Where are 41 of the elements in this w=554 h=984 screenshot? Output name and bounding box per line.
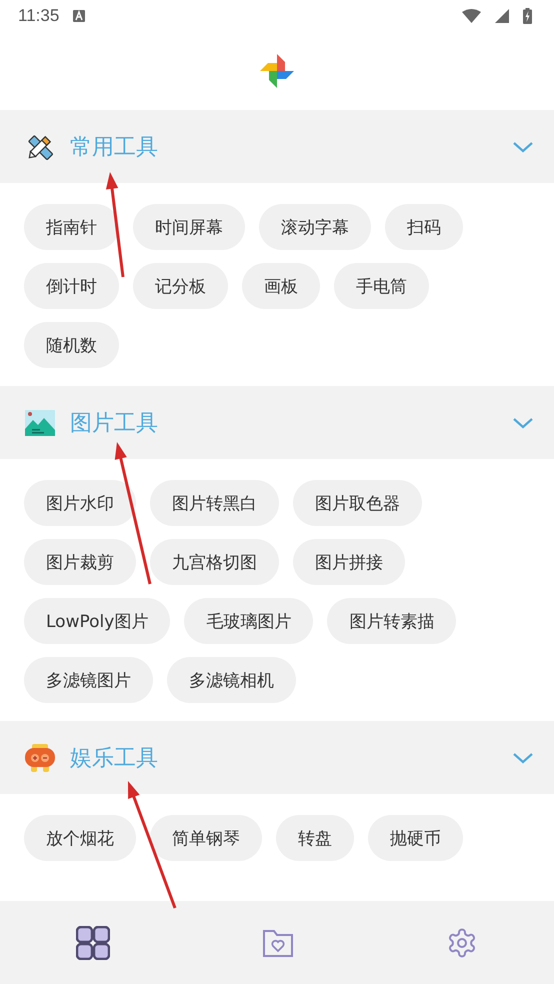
tool-chip[interactable]: 手电筒 bbox=[334, 263, 429, 309]
tool-chip[interactable]: 抛硬币 bbox=[368, 815, 463, 861]
tool-chip[interactable]: 多滤镜相机 bbox=[167, 657, 296, 703]
grid-icon bbox=[76, 926, 110, 960]
tool-chip[interactable]: 画板 bbox=[242, 263, 320, 309]
tool-chip[interactable]: 时间屏幕 bbox=[133, 204, 245, 250]
folder-heart-icon bbox=[262, 928, 294, 958]
section-title: 图片工具 bbox=[70, 410, 159, 438]
tool-chip[interactable]: 图片转素描 bbox=[327, 598, 456, 644]
tool-chip[interactable]: 图片水印 bbox=[24, 480, 136, 526]
tool-chip[interactable]: 指南针 bbox=[24, 204, 119, 250]
chevron-icon[interactable] bbox=[512, 750, 534, 764]
tool-chip[interactable]: 滚动字幕 bbox=[259, 204, 371, 250]
tool-chip[interactable]: 九宫格切图 bbox=[150, 539, 279, 585]
keyboard-notification-icon bbox=[73, 10, 86, 22]
tool-chip[interactable]: 扫码 bbox=[385, 204, 463, 250]
tool-chip[interactable]: 图片裁剪 bbox=[24, 539, 136, 585]
game-controller-icon bbox=[24, 742, 56, 772]
landscape-icon bbox=[24, 408, 56, 436]
status-time: 11:35 bbox=[18, 6, 60, 26]
section-title: 娱乐工具 bbox=[70, 744, 159, 772]
tool-chip[interactable]: 记分板 bbox=[133, 263, 228, 309]
tool-chip[interactable]: 倒计时 bbox=[24, 263, 119, 309]
tool-chip[interactable]: 转盘 bbox=[276, 815, 354, 861]
tool-chip[interactable]: 图片拼接 bbox=[293, 539, 405, 585]
chevron-icon[interactable] bbox=[512, 416, 534, 430]
tool-chip[interactable]: 多滤镜图片 bbox=[24, 657, 153, 703]
tool-chip[interactable]: 放个烟花 bbox=[24, 815, 136, 861]
tool-chip[interactable]: 简单钢琴 bbox=[150, 815, 262, 861]
battery-icon bbox=[523, 8, 532, 24]
wifi-icon bbox=[462, 9, 481, 23]
settings-icon bbox=[446, 926, 478, 958]
tool-chip[interactable]: 图片转黑白 bbox=[150, 480, 279, 526]
chevron-icon[interactable] bbox=[512, 140, 534, 154]
tool-chip[interactable]: LowPoly图片 bbox=[24, 598, 170, 644]
tool-chip[interactable]: 毛玻璃图片 bbox=[184, 598, 314, 644]
section-title: 常用工具 bbox=[70, 134, 159, 162]
tool-chip[interactable]: 图片取色器 bbox=[293, 480, 422, 526]
tool-chip[interactable]: 随机数 bbox=[24, 322, 119, 368]
pinwheel-logo bbox=[259, 53, 295, 89]
signal-icon bbox=[495, 9, 509, 23]
